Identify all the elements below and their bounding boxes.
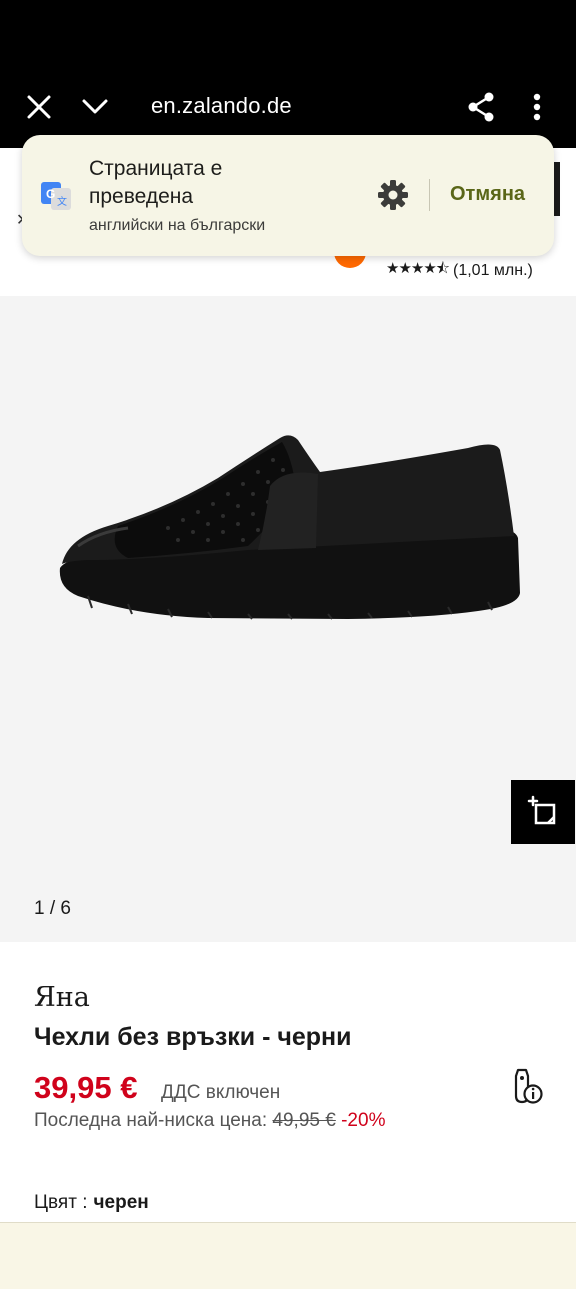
google-translate-icon: G 文 — [40, 179, 72, 211]
translate-languages: английски на български — [89, 217, 266, 234]
discount-badge: -20% — [341, 1110, 386, 1131]
divider — [429, 179, 430, 211]
chevron-down-icon[interactable] — [78, 90, 112, 124]
product-image — [59, 435, 521, 620]
browser-toolbar: en.zalando.de — [0, 0, 576, 148]
ar-view-button[interactable] — [511, 780, 575, 844]
image-counter: 1 / 6 — [34, 898, 71, 919]
lowest-price-label: Последна най-ниска цена: — [34, 1110, 268, 1131]
cancel-translation-button[interactable]: Отмяна — [450, 183, 525, 206]
url-text[interactable]: en.zalando.de — [151, 93, 292, 119]
more-vert-icon[interactable] — [524, 89, 550, 125]
svg-text:文: 文 — [57, 195, 67, 208]
product-brand[interactable]: Яна — [34, 982, 90, 1013]
color-row: Цвят : черен — [34, 1192, 149, 1214]
rating-count: (1,01 млн.) — [453, 261, 533, 279]
translate-popup: G 文 Страницата е преведена английски на … — [22, 135, 554, 256]
gear-icon[interactable] — [377, 179, 409, 211]
product-price: 39,95 € — [34, 1070, 138, 1105]
svg-text:G: G — [46, 187, 55, 201]
color-value: черен — [93, 1192, 149, 1213]
product-name: Чехли без връзки - черни — [34, 1023, 352, 1051]
old-price: 49,95 € — [272, 1110, 336, 1131]
product-gallery[interactable]: 1 / 6 — [0, 296, 576, 942]
price-info-icon[interactable] — [506, 1066, 544, 1106]
share-icon[interactable] — [464, 89, 498, 125]
translate-title: Страницата е преведена — [89, 157, 223, 208]
bottom-action-bar — [0, 1222, 576, 1289]
app-rating: ★★★★⯪ (1,01 млн.) — [386, 258, 533, 283]
ar-view-icon — [527, 795, 556, 825]
color-label: Цвят : — [34, 1192, 88, 1213]
close-icon[interactable] — [22, 90, 56, 124]
star-icon: ★★★★⯪ — [386, 260, 450, 277]
lowest-price-row: Последна най-ниска цена: 49,95 € -20% — [34, 1110, 385, 1132]
vat-note: ДДС включен — [161, 1082, 281, 1103]
